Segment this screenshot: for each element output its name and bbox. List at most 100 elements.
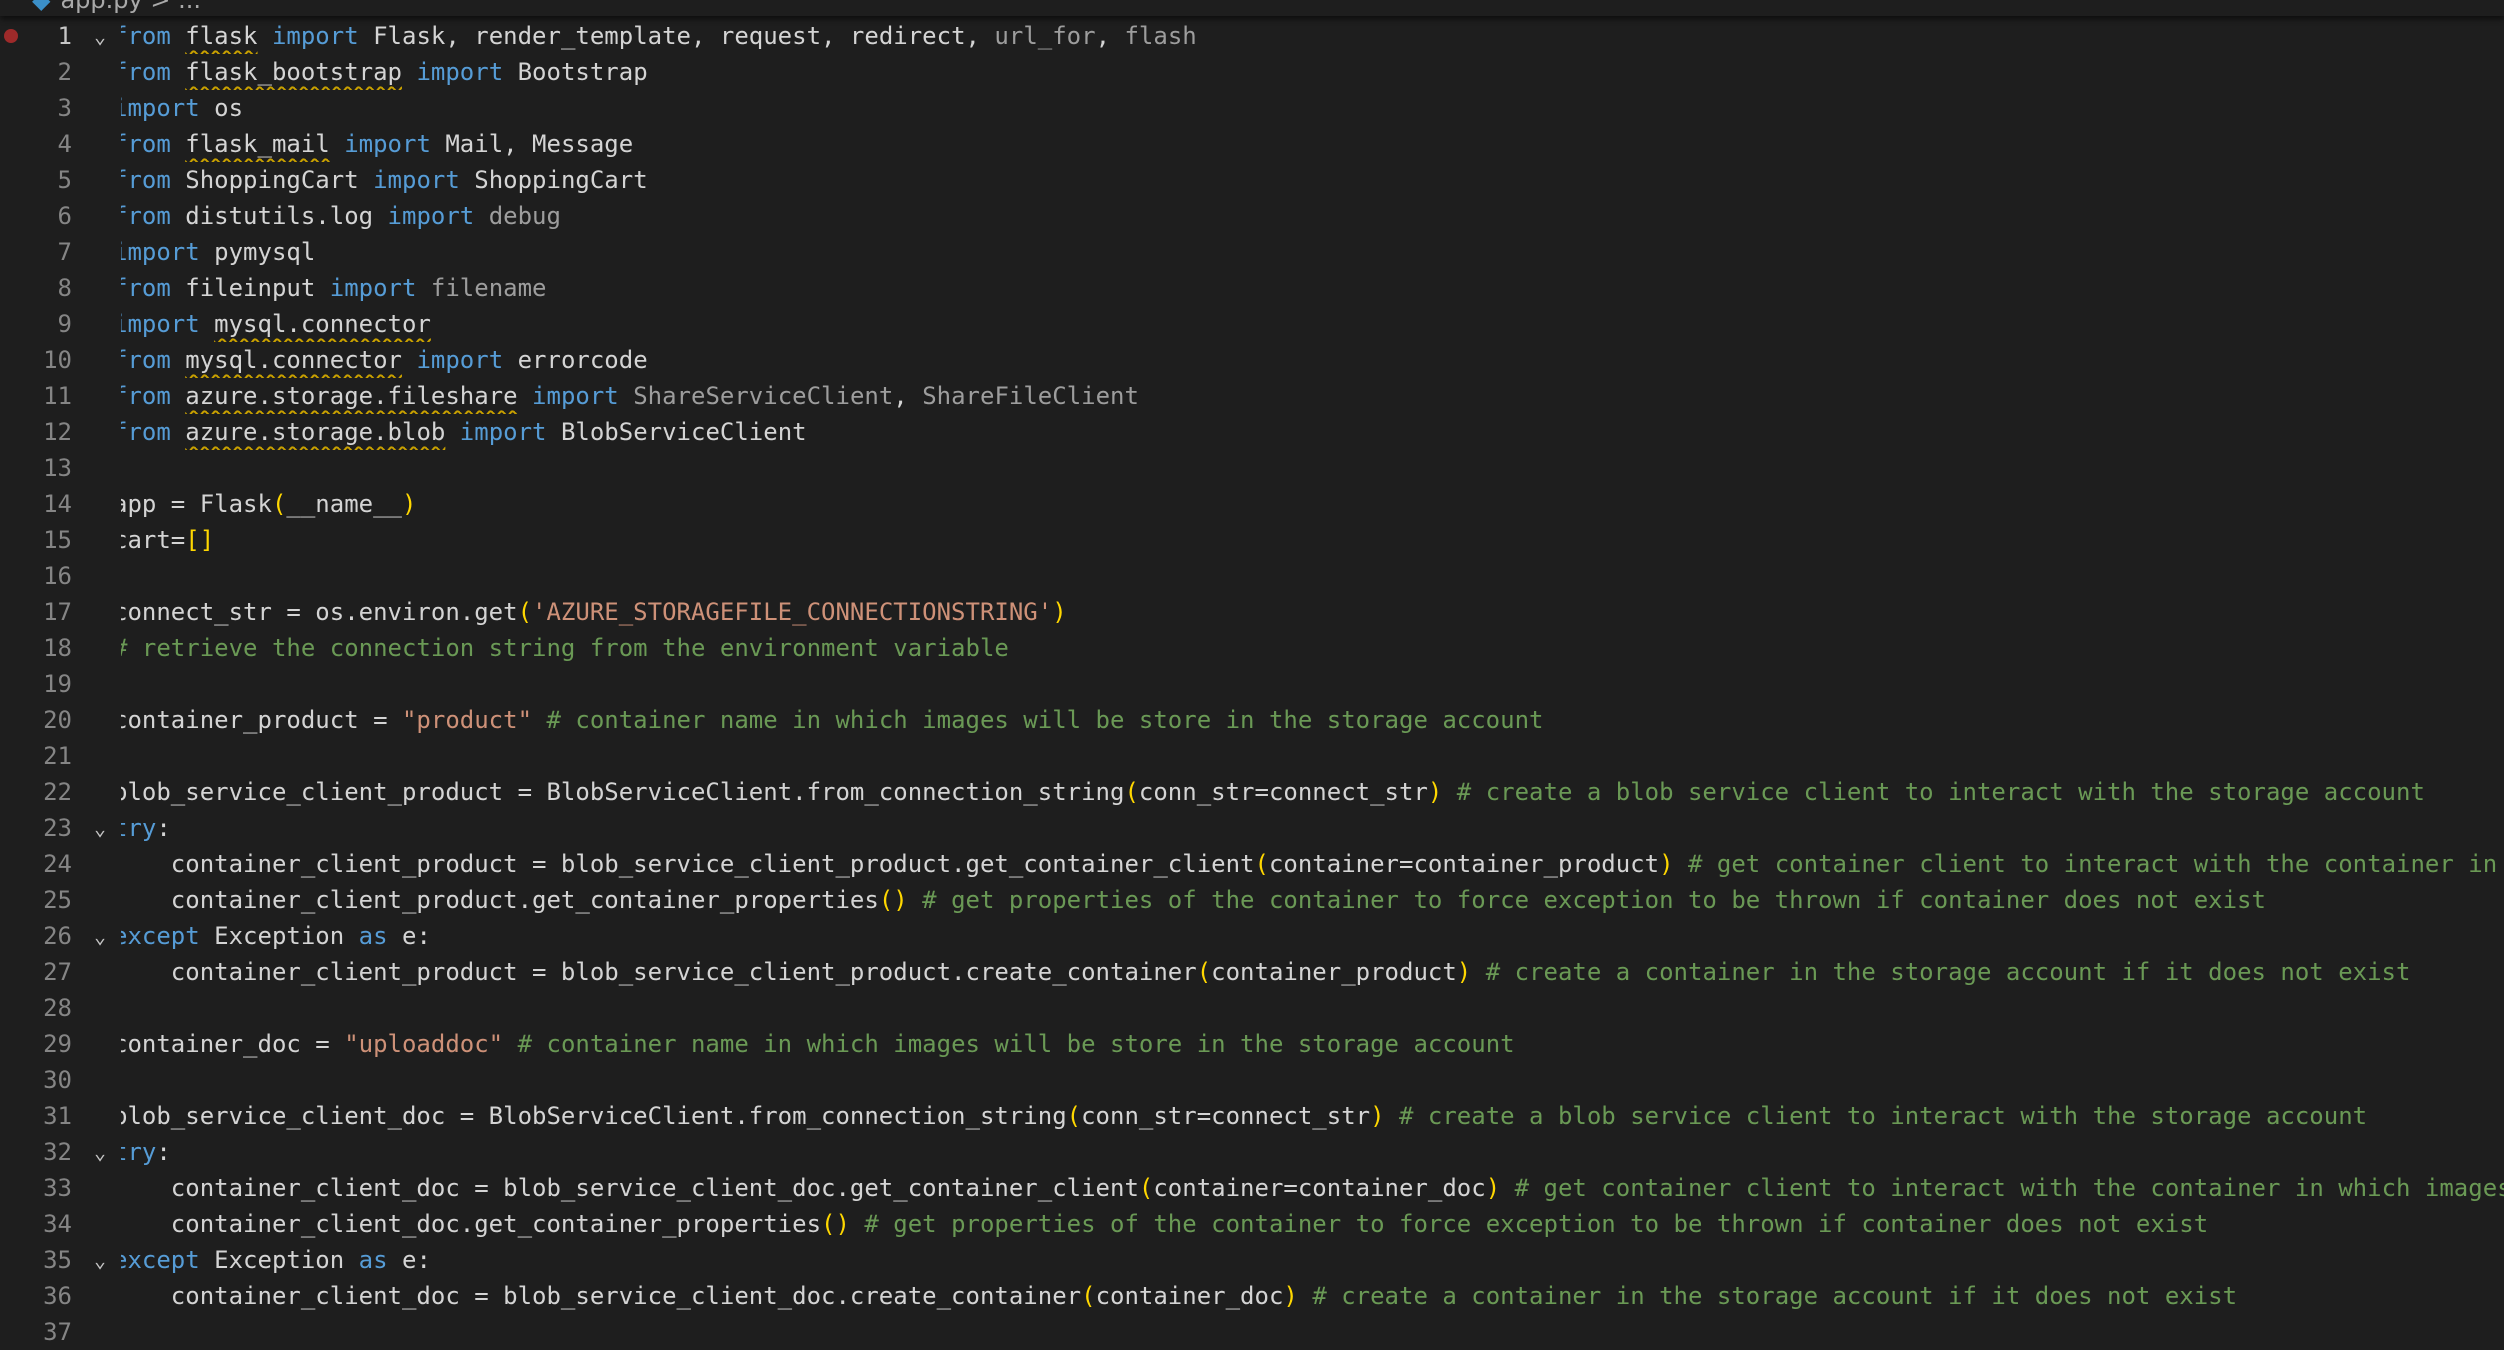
code-line[interactable]: 26 ⌄ except Exception as e: [0, 918, 2504, 954]
code-token: , [1095, 22, 1125, 50]
code-line[interactable]: 7 import pymysql [0, 234, 2504, 270]
code-text[interactable]: except Exception as e: [121, 1242, 2504, 1278]
code-line[interactable]: 23 ⌄ try: [0, 810, 2504, 846]
code-line[interactable]: 15 cart=[] [0, 522, 2504, 558]
code-line[interactable]: 14 app = Flask(__name__) [0, 486, 2504, 522]
code-text[interactable] [121, 450, 2504, 486]
code-line[interactable]: 13 [0, 450, 2504, 486]
code-line[interactable]: 11 from azure.storage.fileshare import Sh… [0, 378, 2504, 414]
code-text[interactable]: from mysql.connector import errorcode [121, 342, 2504, 378]
code-line[interactable]: 31 blob_service_client_doc = BlobServiceC… [0, 1098, 2504, 1134]
fold-chevron-icon[interactable]: ⌄ [88, 816, 112, 840]
code-text[interactable] [121, 558, 2504, 594]
code-text[interactable]: container_client_doc = blob_service_clie… [121, 1278, 2504, 1314]
code-line[interactable]: 29 container_doc = "uploaddoc" # containe… [0, 1026, 2504, 1062]
fold-chevron-icon[interactable]: ⌄ [88, 924, 112, 948]
code-text[interactable]: container_client_doc = blob_service_clie… [121, 1170, 2504, 1206]
code-line[interactable]: 16 [0, 558, 2504, 594]
code-text[interactable]: connect_str = os.environ.get('AZURE_STOR… [121, 594, 2504, 630]
code-line[interactable]: 17 connect_str = os.environ.get('AZURE_ST… [0, 594, 2504, 630]
code-text[interactable]: from azure.storage.fileshare import Shar… [121, 378, 2504, 414]
line-number: 20 [43, 706, 72, 734]
code-text[interactable]: container_product = "product" # containe… [121, 702, 2504, 738]
code-line[interactable]: 6 from distutils.log import debug [0, 198, 2504, 234]
code-text[interactable]: # retrieve the connection string from th… [121, 630, 2504, 666]
code-text[interactable]: from flask_bootstrap import Bootstrap [121, 54, 2504, 90]
code-line[interactable]: 34 container_client_doc.get_container_pr… [0, 1206, 2504, 1242]
code-line[interactable]: 21 [0, 738, 2504, 774]
code-text[interactable]: container_client_product = blob_service_… [121, 846, 2504, 882]
code-line[interactable]: 1 ⌄ from flask import Flask, render_templa… [0, 18, 2504, 54]
bracket-token: ( [1254, 850, 1269, 878]
code-text[interactable]: from ShoppingCart import ShoppingCart [121, 162, 2504, 198]
code-text[interactable] [121, 666, 2504, 702]
code-text[interactable]: from distutils.log import debug [121, 198, 2504, 234]
code-text[interactable]: import os [121, 90, 2504, 126]
code-line[interactable]: 9 import mysql.connector [0, 306, 2504, 342]
bracket-token: ) [1427, 778, 1443, 806]
code-line[interactable]: 18 # retrieve the connection string from … [0, 630, 2504, 666]
code-line[interactable]: 33 container_client_doc = blob_service_c… [0, 1170, 2504, 1206]
code-line[interactable]: 37 [0, 1314, 2504, 1350]
code-text[interactable]: container_client_product = blob_service_… [121, 954, 2504, 990]
code-line[interactable]: 30 [0, 1062, 2504, 1098]
line-number: 1 [57, 22, 72, 50]
fold-chevron-icon[interactable]: ⌄ [88, 1248, 112, 1272]
code-token: BlobServiceClient [546, 418, 807, 446]
code-text[interactable]: blob_service_client_product = BlobServic… [121, 774, 2504, 810]
code-line[interactable]: 28 [0, 990, 2504, 1026]
code-token: errorcode [503, 346, 648, 374]
keyword-token: import [329, 274, 417, 302]
code-line[interactable]: 35 ⌄ except Exception as e: [0, 1242, 2504, 1278]
code-text[interactable]: except Exception as e: [121, 918, 2504, 954]
keyword-token: import [373, 166, 460, 194]
code-text[interactable]: blob_service_client_doc = BlobServiceCli… [121, 1098, 2504, 1134]
code-text[interactable] [121, 738, 2504, 774]
code-line[interactable]: 25 container_client_product.get_containe… [0, 882, 2504, 918]
code-text[interactable]: cart=[] [121, 522, 2504, 558]
code-text[interactable]: app = Flask(__name__) [121, 486, 2504, 522]
keyword-token: from [121, 202, 171, 230]
code-text[interactable]: container_client_doc.get_container_prope… [121, 1206, 2504, 1242]
code-text[interactable] [121, 1062, 2504, 1098]
code-text[interactable]: from azure.storage.blob import BlobServi… [121, 414, 2504, 450]
breadcrumb[interactable]: ◆ app.py > ... [32, 0, 201, 14]
code-text[interactable]: from flask import Flask, render_template… [121, 18, 2504, 54]
keyword-token: import [271, 22, 359, 50]
code-text[interactable] [121, 1314, 2504, 1350]
code-editor[interactable]: 1 ⌄ from flask import Flask, render_templa… [0, 14, 2504, 1346]
unused-token: ShareFileClient [922, 382, 1139, 410]
code-text[interactable]: import pymysql [121, 234, 2504, 270]
code-line[interactable]: 5 from ShoppingCart import ShoppingCart [0, 162, 2504, 198]
code-line[interactable]: 32 ⌄ try: [0, 1134, 2504, 1170]
code-line[interactable]: 24 container_client_product = blob_servi… [0, 846, 2504, 882]
fold-chevron-icon[interactable]: ⌄ [88, 24, 112, 48]
code-line[interactable]: 10 from mysql.connector import errorcode [0, 342, 2504, 378]
code-text[interactable]: container_client_product.get_container_p… [121, 882, 2504, 918]
code-token: fileinput [170, 274, 330, 302]
code-text[interactable]: container_doc = "uploaddoc" # container … [121, 1026, 2504, 1062]
fold-chevron-icon[interactable]: ⌄ [88, 1140, 112, 1164]
code-line[interactable]: 22 blob_service_client_product = BlobServ… [0, 774, 2504, 810]
code-line[interactable]: 8 from fileinput import filename [0, 270, 2504, 306]
line-number: 25 [43, 886, 72, 914]
code-line[interactable]: 12 from azure.storage.blob import BlobSer… [0, 414, 2504, 450]
code-line[interactable]: 3 import os [0, 90, 2504, 126]
code-text[interactable]: from flask_mail import Mail, Message [121, 126, 2504, 162]
code-line[interactable]: 27 container_client_product = blob_servi… [0, 954, 2504, 990]
code-text[interactable] [121, 990, 2504, 1026]
code-line[interactable]: 4 from flask_mail import Mail, Message [0, 126, 2504, 162]
code-token: os [199, 94, 244, 122]
code-text[interactable]: try: [121, 1134, 2504, 1170]
code-text[interactable]: from fileinput import filename [121, 270, 2504, 306]
code-line[interactable]: 20 container_product = "product" # contai… [0, 702, 2504, 738]
code-line[interactable]: 36 container_client_doc = blob_service_c… [0, 1278, 2504, 1314]
breakpoint-icon[interactable] [4, 29, 18, 43]
code-line[interactable]: 19 [0, 666, 2504, 702]
code-text[interactable]: import mysql.connector [121, 306, 2504, 342]
code-token: Mail, Message [430, 130, 634, 158]
code-text[interactable]: try: [121, 810, 2504, 846]
code-line[interactable]: 2 from flask_bootstrap import Bootstrap [0, 54, 2504, 90]
